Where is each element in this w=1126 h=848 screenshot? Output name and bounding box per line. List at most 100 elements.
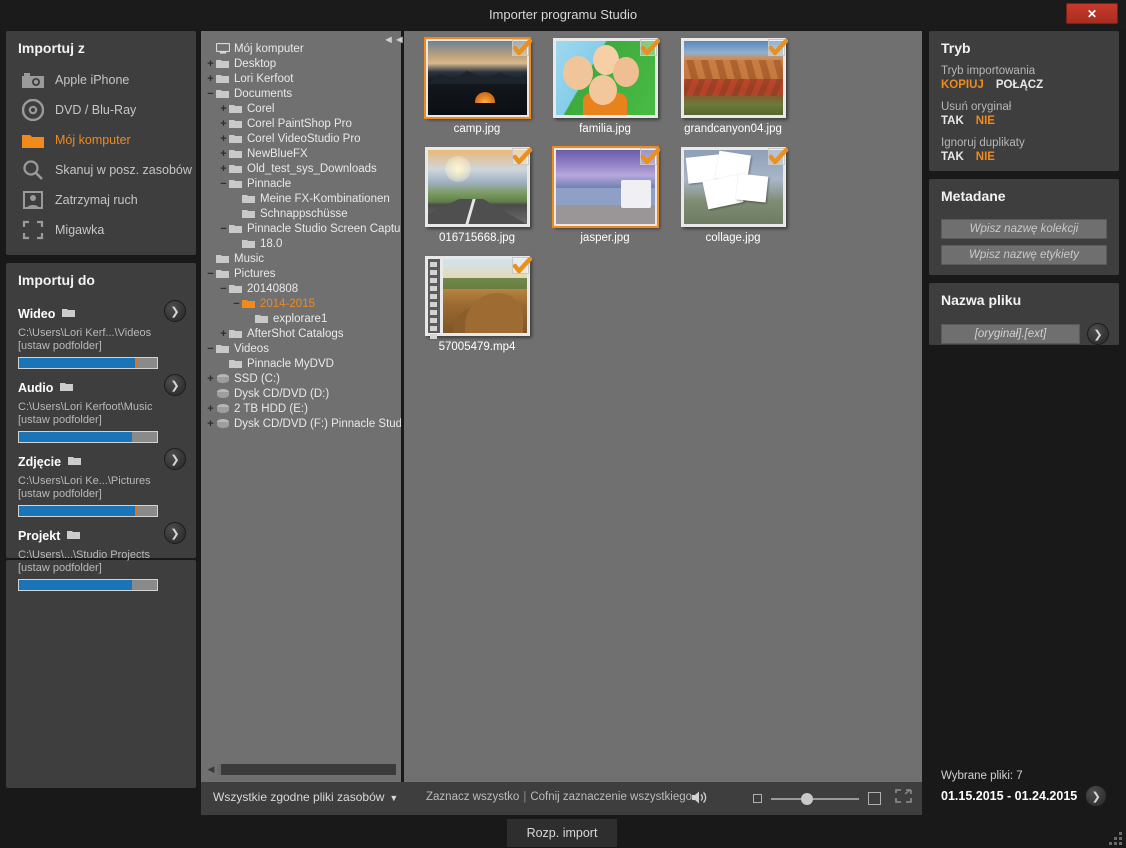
close-button[interactable]: ✕ (1066, 3, 1118, 24)
scroll-track[interactable] (217, 763, 396, 775)
tree-node[interactable]: − Pictures (201, 266, 401, 281)
destination-browse-button[interactable]: ❯ (164, 522, 186, 544)
thumbnail-item[interactable]: camp.jpg (413, 37, 541, 135)
tree-node[interactable]: − 20140808 (201, 281, 401, 296)
import-mode-copy[interactable]: KOPIUJ (941, 79, 984, 91)
tree-node[interactable]: + Corel PaintShop Pro (201, 116, 401, 131)
thumbnail-item[interactable]: jasper.jpg (541, 146, 669, 244)
thumbnail-frame[interactable] (423, 37, 532, 119)
thumbnail-item[interactable]: grandcanyon04.jpg (669, 38, 797, 135)
scroll-left-icon[interactable]: ◀ (205, 764, 217, 775)
tag-name-input[interactable]: Wpisz nazwę etykiety (941, 245, 1107, 265)
ignore-duplicates-yes[interactable]: TAK (941, 151, 964, 163)
selection-checkbox[interactable] (511, 256, 532, 274)
tree-toggle-icon[interactable]: + (205, 403, 216, 415)
thumbnail-size-slider[interactable] (753, 789, 912, 808)
small-thumbnail-icon[interactable] (753, 794, 762, 803)
import-mode-link[interactable]: POŁĄCZ (996, 79, 1043, 91)
tree-node[interactable]: Pinnacle MyDVD (201, 356, 401, 371)
tree-horizontal-scrollbar[interactable]: ◀ ▶ (205, 762, 397, 776)
filename-pattern-input[interactable]: [oryginał].[ext] (941, 324, 1080, 344)
selection-checkbox[interactable] (639, 38, 660, 56)
tree-toggle-icon[interactable]: + (218, 118, 229, 130)
tree-toggle-icon[interactable]: + (218, 133, 229, 145)
source-item-apple-iphone[interactable]: Apple iPhone (6, 65, 196, 95)
tree-node[interactable]: + Lori Kerfoot (201, 71, 401, 86)
thumbnail-frame[interactable] (424, 256, 532, 339)
source-item-snapshot[interactable]: Migawka (6, 215, 196, 245)
destination-browse-button[interactable]: ❯ (164, 448, 186, 470)
tree-toggle-icon[interactable]: + (205, 58, 216, 70)
tree-toggle-icon[interactable]: + (205, 373, 216, 385)
tree-node[interactable]: + NewBlueFX (201, 146, 401, 161)
scroll-thumb[interactable] (221, 763, 396, 775)
select-all-link[interactable]: Zaznacz wszystko (426, 791, 519, 803)
source-item-my-computer[interactable]: Mój komputer (6, 125, 196, 155)
slider-track[interactable] (771, 792, 859, 805)
tree-toggle-icon[interactable]: − (205, 343, 216, 355)
source-item-stop-motion[interactable]: Zatrzymaj ruch (6, 185, 196, 215)
file-filter-dropdown[interactable]: Wszystkie zgodne pliki zasobów ▼ (213, 790, 398, 804)
tree-node[interactable]: − Pinnacle Studio Screen Capture (201, 221, 401, 236)
tree-node[interactable]: + Corel (201, 101, 401, 116)
tree-toggle-icon[interactable]: − (218, 283, 229, 295)
thumbnail-frame[interactable] (552, 38, 660, 118)
tree-node[interactable]: Mój komputer (201, 41, 401, 56)
delete-original-yes[interactable]: TAK (941, 115, 964, 127)
tree-node[interactable]: − Documents (201, 86, 401, 101)
selection-checkbox[interactable] (511, 147, 532, 165)
tree-toggle-icon[interactable]: − (218, 178, 229, 190)
destination-browse-button[interactable]: ❯ (164, 374, 186, 396)
tree-node[interactable]: + Old_test_sys_Downloads (201, 161, 401, 176)
deselect-all-link[interactable]: Cofnij zaznaczenie wszystkiego (530, 791, 692, 803)
tree-node[interactable]: Schnappschüsse (201, 206, 401, 221)
tree-toggle-icon[interactable]: + (218, 148, 229, 160)
tree-node[interactable]: explorare1 (201, 311, 401, 326)
tree-toggle-icon[interactable]: − (205, 268, 216, 280)
tree-toggle-icon[interactable]: + (205, 73, 216, 85)
date-range-options-button[interactable]: ❯ (1085, 785, 1108, 807)
thumbnail-frame[interactable] (680, 147, 788, 227)
tree-node[interactable]: Music (201, 251, 401, 266)
thumbnail-item[interactable]: familia.jpg (541, 38, 669, 135)
selection-checkbox[interactable] (767, 38, 788, 56)
destination-browse-button[interactable]: ❯ (164, 300, 186, 322)
start-import-button[interactable]: Rozp. import (507, 819, 617, 847)
tree-node[interactable]: 18.0 (201, 236, 401, 251)
tree-node[interactable]: + AfterShot Catalogs (201, 326, 401, 341)
resize-grip[interactable] (1106, 829, 1122, 845)
tree-node[interactable]: + Corel VideoStudio Pro (201, 131, 401, 146)
thumbnail-item[interactable]: 016715668.jpg (413, 147, 541, 244)
thumbnail-frame[interactable] (680, 38, 788, 118)
filename-options-button[interactable]: ❯ (1087, 323, 1109, 345)
collection-name-input[interactable]: Wpisz nazwę kolekcji (941, 219, 1107, 239)
thumbnail-frame[interactable] (551, 146, 660, 228)
ignore-duplicates-no[interactable]: NIE (976, 151, 995, 163)
tree-node[interactable]: − Pinnacle (201, 176, 401, 191)
thumbnail-item[interactable]: 57005479.mp4 (413, 256, 541, 353)
selection-checkbox[interactable] (767, 147, 788, 165)
tree-node[interactable]: − Videos (201, 341, 401, 356)
slider-knob[interactable] (801, 792, 813, 805)
fullscreen-icon[interactable] (895, 789, 912, 808)
thumbnail-frame[interactable] (424, 147, 532, 227)
tree-node[interactable]: + SSD (C:) (201, 371, 401, 386)
tree-node[interactable]: + Dysk CD/DVD (F:) Pinnacle Studio (201, 416, 401, 431)
large-thumbnail-icon[interactable] (868, 792, 881, 805)
tree-node[interactable]: Meine FX-Kombinationen (201, 191, 401, 206)
tree-node[interactable]: Dysk CD/DVD (D:) (201, 386, 401, 401)
tree-toggle-icon[interactable]: − (218, 223, 229, 235)
source-item-scan-assets[interactable]: Skanuj w posz. zasobów (6, 155, 196, 185)
tree-toggle-icon[interactable]: − (231, 298, 242, 310)
tree-node[interactable]: +2 TB HDD (E:) (201, 401, 401, 416)
delete-original-no[interactable]: NIE (976, 115, 995, 127)
tree-node[interactable]: + Desktop (201, 56, 401, 71)
tree-toggle-icon[interactable]: + (218, 103, 229, 115)
tree-node[interactable]: − 2014-2015 (201, 296, 401, 311)
thumbnail-item[interactable]: collage.jpg (669, 147, 797, 244)
selection-checkbox[interactable] (639, 147, 660, 165)
tree-toggle-icon[interactable]: − (205, 88, 216, 100)
source-item-dvd-bluray[interactable]: DVD / Blu-Ray (6, 95, 196, 125)
tree-toggle-icon[interactable]: + (218, 328, 229, 340)
selection-checkbox[interactable] (511, 38, 532, 56)
